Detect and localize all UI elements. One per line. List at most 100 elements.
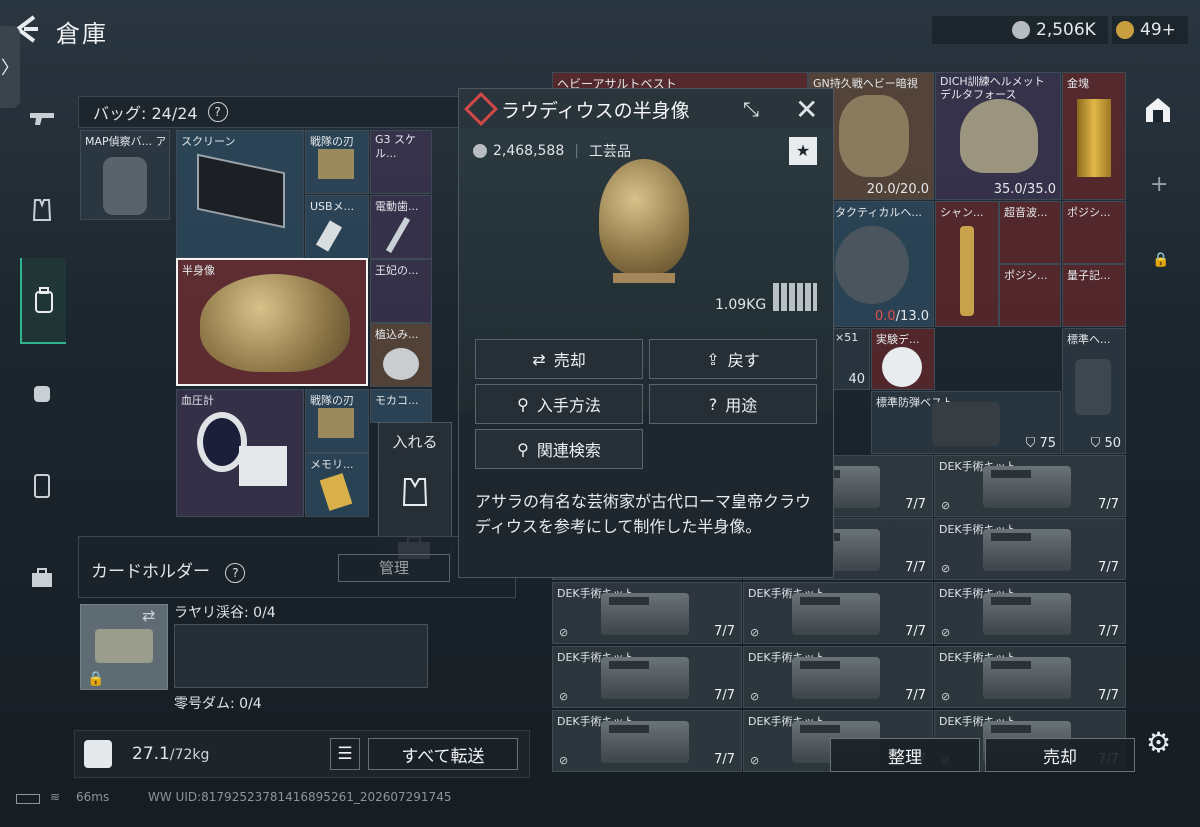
ultrasonic-item[interactable]: 超音波... [999, 201, 1061, 264]
gold-bar-item[interactable]: 金塊 [1062, 72, 1126, 200]
no-transfer-icon: ⊘ [750, 690, 760, 703]
med-kit-item[interactable]: DEK手術キット⊘7/7 [552, 646, 742, 708]
med-kit-item[interactable]: DEK手術キット⊘7/7 [934, 582, 1126, 644]
weapon-tab-icon[interactable] [20, 96, 64, 140]
med-kit-item[interactable]: DEK手術キット⊘7/7 [934, 455, 1126, 517]
med-kit-image [983, 657, 1071, 699]
sidebar-handle[interactable]: 〉 [0, 26, 20, 108]
med-kit-item[interactable]: DEK手術キット⊘7/7 [934, 646, 1126, 708]
backpack-tab-icon[interactable] [20, 258, 66, 344]
durability-value: 35.0/35.0 [993, 182, 1056, 197]
med-kit-item[interactable]: DEK手術キット⊘7/7 [552, 710, 742, 772]
champagne-item[interactable]: シャン... [935, 201, 999, 327]
med-kit-count: 7/7 [1098, 688, 1119, 703]
sort-button[interactable]: 整理 [830, 738, 980, 772]
med-kit-image [983, 529, 1071, 571]
help-icon[interactable]: ? [207, 102, 228, 122]
bag-item-toothbrush[interactable]: 電動歯... [370, 195, 432, 259]
popup-header: ラウディウスの半身像 [459, 89, 833, 129]
bag-item-blood-pressure[interactable]: 血圧計 [176, 389, 304, 517]
manage-button[interactable]: 管理 [338, 554, 450, 582]
bust-image [599, 159, 689, 275]
item-label: 王妃の... [375, 264, 419, 277]
bag-item-bust[interactable]: 半身像 [176, 258, 368, 386]
obtain-method-button[interactable]: ⚲ 入手方法 [475, 384, 643, 424]
med-kit-item[interactable]: DEK手術キット⊘7/7 [934, 518, 1126, 580]
bag-item-implant[interactable]: 植込み... [370, 323, 432, 387]
med-kit-count: 7/7 [1098, 624, 1119, 639]
med-kit-count: 7/7 [714, 688, 735, 703]
bag-item-queen[interactable]: 王妃の... [370, 259, 432, 323]
vest-put-icon[interactable] [399, 477, 433, 509]
swap-icon[interactable]: ⇄ [142, 606, 155, 625]
settings-gear-icon[interactable]: ⚙ [1146, 726, 1171, 759]
bag-item-mocha[interactable]: モカコ... [370, 389, 432, 423]
bag-header: バッグ: 24/24 ? [78, 96, 516, 128]
item-label: モカコ... [375, 394, 419, 407]
transfer-all-button[interactable]: すべて転送 [368, 738, 518, 770]
dich-helmet-item[interactable]: DICH訓練ヘルメット デルタフォース 35.0/35.0 [935, 72, 1061, 200]
sell-all-button[interactable]: 売却 [985, 738, 1135, 772]
med-kit-count: 7/7 [905, 688, 926, 703]
currency-tokens[interactable]: 49+ [1112, 16, 1188, 44]
bag-item-squad-blade[interactable]: 戦隊の刃 [305, 130, 369, 194]
bag-item-backpack[interactable]: MAP偵察バ... アサラ [80, 130, 170, 220]
item-label: 実験デ... [876, 333, 920, 346]
item-detail-popup: ラウディウスの半身像 ⤡ ✕ 2,468,588 | 工芸品 ★ 1.09KG … [458, 88, 834, 578]
item-label: 量子記... [1067, 269, 1111, 282]
warehouse-tab-icon[interactable] [1142, 94, 1176, 126]
no-transfer-icon: ⊘ [559, 690, 569, 703]
related-search-button[interactable]: ⚲ 関連検索 [475, 429, 643, 469]
case-tab-icon[interactable] [20, 556, 64, 600]
bag-item-screen[interactable]: スクリーン [176, 130, 304, 258]
tactical-helmet-item[interactable]: タクティカルヘ... 0.0/13.0 [830, 201, 934, 327]
key-slot-area[interactable] [174, 624, 428, 688]
list-icon[interactable]: ☰ [330, 738, 360, 770]
positioner-item-2[interactable]: ポジシ... [999, 264, 1061, 327]
vest-tab-icon[interactable] [20, 188, 64, 232]
bag-item-squad-blade-2[interactable]: 戦隊の刃 [305, 389, 369, 453]
med-kit-image [792, 657, 880, 699]
med-kit-item[interactable]: DEK手術キット⊘7/7 [552, 582, 742, 644]
size-grid-icon [773, 283, 817, 311]
med-kit-item[interactable]: DEK手術キット⊘7/7 [743, 582, 933, 644]
med-kit-image [792, 593, 880, 635]
ammo-item[interactable]: ×51 40 [830, 328, 870, 390]
rig-tab-icon[interactable] [20, 464, 64, 508]
return-button[interactable]: ⇪ 戻す [649, 339, 817, 379]
favorite-star-icon[interactable]: ★ [789, 137, 817, 165]
med-kit-image [601, 721, 689, 763]
standard-vest-item[interactable]: 標準防弾ベスト ⛉ 75 [871, 391, 1061, 454]
bag-item-memory[interactable]: メモリ... [305, 453, 369, 517]
gold-image [1077, 99, 1111, 177]
helmet-image [1075, 359, 1111, 415]
currency-coins[interactable]: 2,506K [932, 16, 1108, 44]
experiment-item[interactable]: 実験デ... [871, 328, 935, 390]
item-label: 標準ヘ... [1067, 333, 1111, 346]
card-holder-label: カードホルダー [91, 562, 210, 582]
armor-value: ⛉ 50 [1090, 436, 1121, 451]
armor-number: 50 [1104, 436, 1121, 451]
armor-number: 75 [1039, 436, 1056, 451]
usage-button[interactable]: ? 用途 [649, 384, 817, 424]
bag-item-g3[interactable]: G3 スケル... [370, 130, 432, 194]
lock-icon: 🔒 [87, 671, 105, 687]
item-label: 植込み... [375, 328, 419, 341]
positioner-item-1[interactable]: ポジシ... [1062, 201, 1126, 264]
med-kit-count: 7/7 [714, 752, 735, 767]
standard-helmet-item[interactable]: 標準ヘ... ⛉ 50 [1062, 328, 1126, 454]
quantum-item[interactable]: 量子記... [1062, 264, 1126, 327]
bag-tab-icon[interactable] [20, 370, 64, 414]
close-icon[interactable]: ✕ [795, 93, 818, 126]
add-tab-icon[interactable]: + [1150, 172, 1168, 197]
armor-value: ⛉ 75 [1025, 436, 1056, 451]
collapse-icon[interactable]: ⤡ [743, 97, 759, 121]
help-icon[interactable]: ? [225, 563, 246, 583]
sell-button[interactable]: ⇄ 売却 [475, 339, 643, 379]
item-category: 工芸品 [588, 144, 631, 160]
med-kit-item[interactable]: DEK手術キット⊘7/7 [743, 646, 933, 708]
no-transfer-icon: ⊘ [941, 499, 951, 512]
bag-item-usb[interactable]: USBメ... [305, 195, 369, 259]
durability-value: 0.0/13.0 [875, 309, 929, 324]
question-icon: ? [708, 394, 718, 414]
